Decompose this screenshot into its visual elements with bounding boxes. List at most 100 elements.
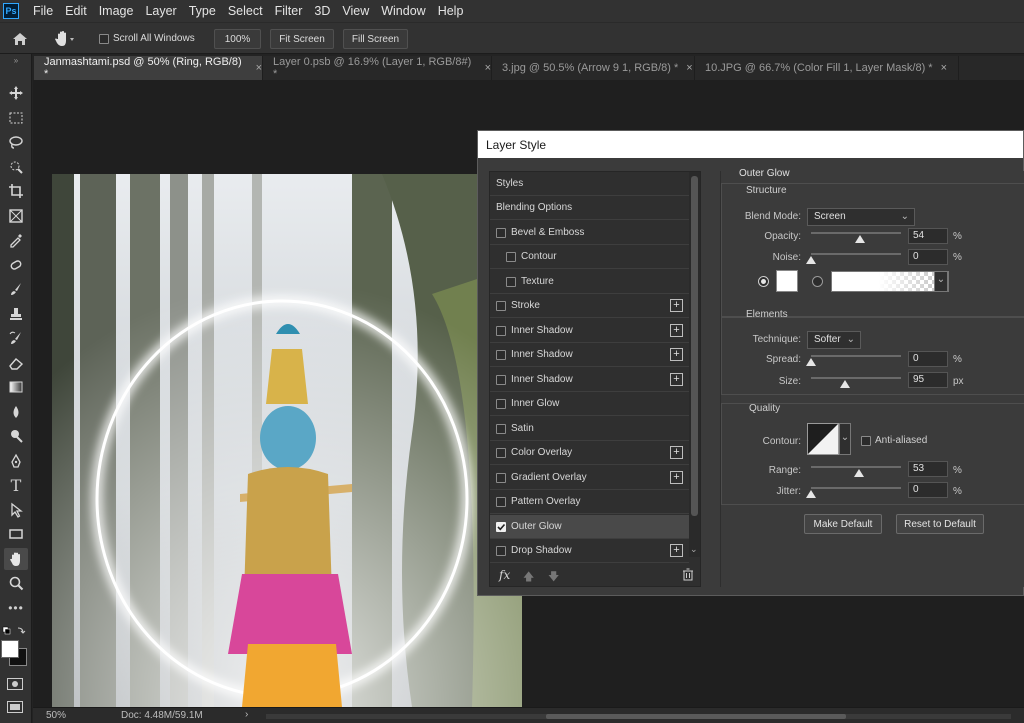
lasso-tool-icon[interactable]: [4, 131, 28, 153]
add-style-icon[interactable]: +: [670, 544, 683, 557]
style-checkbox[interactable]: [506, 276, 516, 287]
hand-tool-preset-icon[interactable]: [52, 29, 76, 49]
menu-layer[interactable]: Layer: [139, 4, 182, 18]
style-checkbox[interactable]: [496, 398, 506, 409]
move-down-icon[interactable]: 🡇: [548, 568, 559, 587]
style-checkbox[interactable]: [496, 447, 506, 458]
move-tool-icon[interactable]: [4, 82, 28, 104]
marquee-tool-icon[interactable]: [4, 107, 28, 129]
fit-screen-button[interactable]: Fit Screen: [270, 29, 334, 49]
swap-colors-icon[interactable]: [1, 625, 31, 637]
close-icon[interactable]: ×: [941, 62, 947, 74]
style-item-texture[interactable]: Texture: [490, 270, 689, 294]
noise-slider[interactable]: [811, 253, 901, 255]
scrollbar-thumb[interactable]: [691, 176, 698, 516]
close-icon[interactable]: ×: [256, 62, 262, 74]
style-checkbox[interactable]: [496, 300, 506, 311]
pen-tool-icon[interactable]: [4, 450, 28, 472]
opacity-input[interactable]: 54: [908, 228, 948, 244]
style-checkbox[interactable]: [496, 349, 506, 360]
size-slider-knob[interactable]: [840, 380, 851, 388]
menu-view[interactable]: View: [336, 4, 375, 18]
blur-tool-icon[interactable]: [4, 401, 28, 423]
add-style-icon[interactable]: +: [670, 446, 683, 459]
zoom-level[interactable]: 50%: [46, 710, 66, 721]
path-selection-tool-icon[interactable]: [4, 499, 28, 521]
menu-type[interactable]: Type: [183, 4, 222, 18]
tab-janmashtami[interactable]: Janmashtami.psd @ 50% (Ring, RGB/8) * ×: [34, 56, 263, 80]
eraser-tool-icon[interactable]: [4, 352, 28, 374]
document-image[interactable]: [52, 174, 522, 707]
healing-brush-tool-icon[interactable]: [4, 254, 28, 276]
menu-window[interactable]: Window: [375, 4, 431, 18]
gradient-tool-icon[interactable]: [4, 376, 28, 398]
style-item-satin[interactable]: Satin: [490, 417, 689, 441]
style-item-inner-shadow[interactable]: Inner Shadow +: [490, 368, 689, 392]
jitter-slider[interactable]: [811, 487, 901, 489]
blending-options[interactable]: Blending Options: [490, 196, 689, 220]
chevron-down-icon[interactable]: ⌄: [839, 423, 851, 455]
dodge-tool-icon[interactable]: [4, 425, 28, 447]
styles-scrollbar[interactable]: [689, 172, 700, 557]
history-brush-tool-icon[interactable]: [4, 327, 28, 349]
zoom-100-button[interactable]: 100%: [214, 29, 261, 49]
tab-10-jpg[interactable]: 10.JPG @ 66.7% (Color Fill 1, Layer Mask…: [695, 56, 959, 80]
range-input[interactable]: 53: [908, 461, 948, 477]
style-checkbox[interactable]: [496, 423, 506, 434]
range-slider-knob[interactable]: [853, 469, 864, 477]
close-icon[interactable]: ×: [485, 62, 491, 74]
quick-selection-tool-icon[interactable]: [4, 156, 28, 178]
horizontal-scrollbar[interactable]: [266, 714, 1011, 719]
noise-slider-knob[interactable]: [806, 256, 816, 264]
scroll-all-windows[interactable]: Scroll All Windows: [99, 33, 195, 44]
style-item-drop-shadow[interactable]: Drop Shadow +: [490, 539, 689, 563]
style-checkbox[interactable]: [496, 472, 506, 483]
hand-tool-icon[interactable]: [4, 548, 28, 570]
add-style-icon[interactable]: +: [670, 348, 683, 361]
zoom-tool-icon[interactable]: [4, 572, 28, 594]
tab-3-jpg[interactable]: 3.jpg @ 50.5% (Arrow 9 1, RGB/8) * ×: [492, 56, 695, 80]
style-item-outer-glow[interactable]: Outer Glow: [490, 515, 689, 539]
menu-select[interactable]: Select: [222, 4, 269, 18]
type-tool-icon[interactable]: T: [4, 474, 28, 496]
jitter-slider-knob[interactable]: [806, 490, 816, 498]
menu-file[interactable]: File: [27, 4, 59, 18]
style-checkbox[interactable]: [496, 325, 506, 336]
style-item-pattern-overlay[interactable]: Pattern Overlay: [490, 490, 689, 514]
quick-mask-icon[interactable]: [7, 678, 23, 690]
style-item-contour[interactable]: Contour: [490, 245, 689, 269]
style-item-gradient-overlay[interactable]: Gradient Overlay +: [490, 466, 689, 490]
anti-aliased-option[interactable]: Anti-aliased: [861, 435, 927, 446]
status-arrow-icon[interactable]: ›: [245, 709, 248, 720]
solid-color-radio[interactable]: [758, 276, 769, 287]
style-checkbox[interactable]: [496, 545, 506, 556]
glow-color-swatch[interactable]: [776, 270, 798, 292]
styles-header[interactable]: Styles: [490, 172, 689, 196]
style-item-bevel-emboss[interactable]: Bevel & Emboss: [490, 221, 689, 245]
fx-icon[interactable]: fx: [499, 568, 510, 582]
make-default-button[interactable]: Make Default: [804, 514, 882, 534]
style-item-color-overlay[interactable]: Color Overlay +: [490, 441, 689, 465]
rectangle-tool-icon[interactable]: [4, 523, 28, 545]
style-checkbox[interactable]: [496, 496, 506, 507]
size-slider[interactable]: [811, 377, 901, 379]
add-style-icon[interactable]: +: [670, 471, 683, 484]
tab-layer-0[interactable]: Layer 0.psb @ 16.9% (Layer 1, RGB/8#) * ×: [263, 56, 492, 80]
opacity-slider[interactable]: [811, 232, 901, 234]
crop-tool-icon[interactable]: [4, 180, 28, 202]
move-up-icon[interactable]: 🡅: [523, 568, 534, 587]
home-icon[interactable]: [10, 30, 30, 48]
menu-help[interactable]: Help: [432, 4, 470, 18]
range-slider[interactable]: [811, 466, 901, 468]
close-icon[interactable]: ×: [686, 62, 692, 74]
collapse-icon[interactable]: »: [0, 56, 32, 65]
gradient-picker[interactable]: [831, 271, 949, 292]
gradient-radio[interactable]: [812, 276, 823, 287]
add-style-icon[interactable]: +: [670, 299, 683, 312]
add-style-icon[interactable]: +: [670, 373, 683, 386]
menu-edit[interactable]: Edit: [59, 4, 93, 18]
anti-aliased-checkbox[interactable]: [861, 435, 871, 446]
style-item-stroke[interactable]: Stroke +: [490, 294, 689, 318]
style-item-inner-shadow[interactable]: Inner Shadow +: [490, 343, 689, 367]
jitter-input[interactable]: 0: [908, 482, 948, 498]
